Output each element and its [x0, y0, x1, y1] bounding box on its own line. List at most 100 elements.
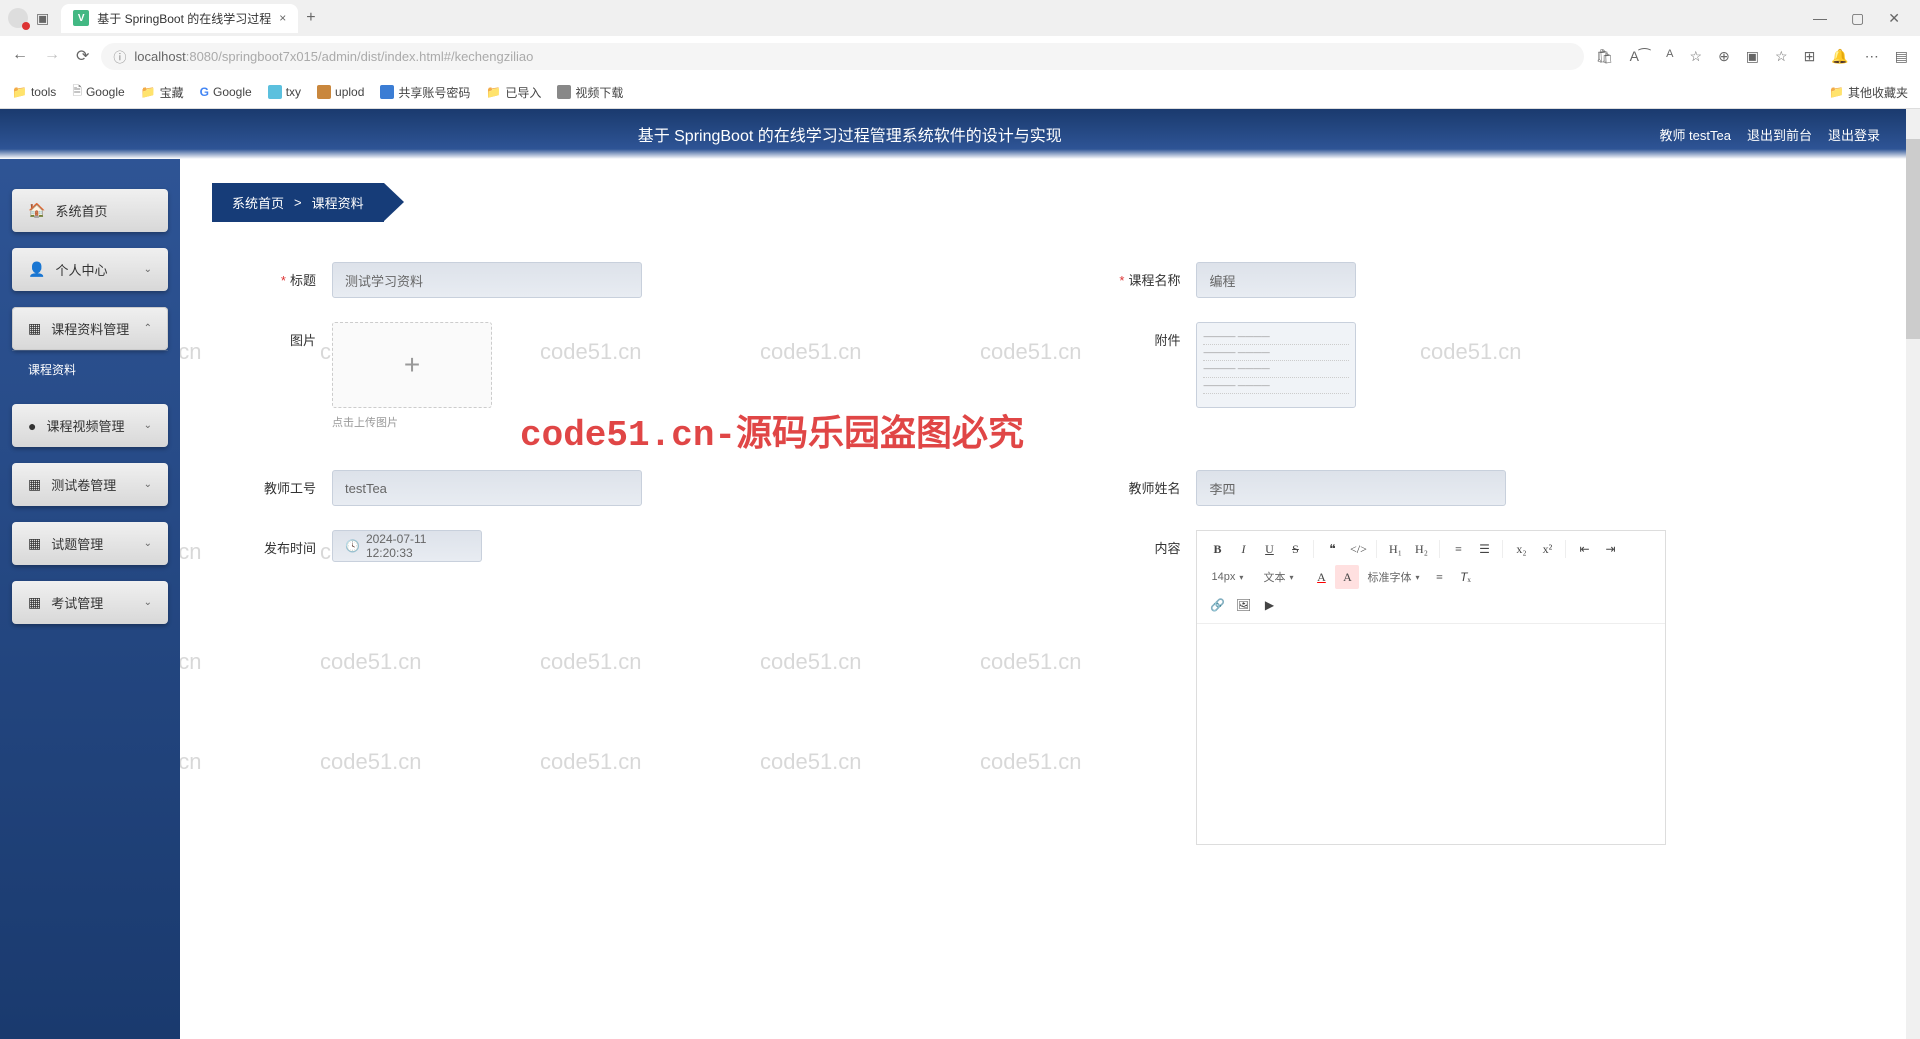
grid-icon: ▦	[28, 535, 41, 552]
image-button[interactable]: 🖼	[1231, 593, 1255, 617]
italic-button[interactable]: I	[1231, 537, 1255, 561]
teacher-id-input[interactable]	[332, 470, 642, 506]
ul-button[interactable]: ☰	[1472, 537, 1496, 561]
quote-button[interactable]: ❝	[1320, 537, 1344, 561]
bookmark-treasure[interactable]: 📁宝藏	[141, 84, 184, 101]
text-color-button[interactable]: A	[1309, 565, 1333, 589]
logout-link[interactable]: 退出登录	[1828, 125, 1880, 144]
extensions-icon[interactable]: ⊞	[1804, 48, 1816, 65]
sidebar-item-videos[interactable]: ● 课程视频管理 ⌄	[12, 404, 168, 447]
favorite-icon[interactable]: ☆	[1690, 48, 1703, 65]
bookmark-tools[interactable]: 📁tools	[12, 85, 56, 99]
bookmark-txy[interactable]: txy	[268, 85, 301, 99]
image-upload[interactable]: +	[332, 322, 492, 408]
h2-button[interactable]: H₂	[1409, 537, 1433, 561]
bulb-icon: ●	[28, 418, 36, 434]
tab-bar: ▣ V 基于 SpringBoot 的在线学习过程 × + — ▢ ✕	[0, 0, 1920, 36]
scrollbar[interactable]	[1906, 109, 1920, 1039]
content-label: 内容	[1154, 541, 1180, 556]
course-select[interactable]: 编程	[1196, 262, 1356, 298]
shopping-icon[interactable]: 🛍	[1596, 48, 1614, 65]
sidebar-item-materials[interactable]: ▦ 课程资料管理 ⌃	[12, 307, 168, 350]
bookmark-imported[interactable]: 📁已导入	[486, 84, 541, 101]
title-input[interactable]	[332, 262, 642, 298]
minimize-icon[interactable]: —	[1813, 10, 1827, 27]
scrollbar-thumb[interactable]	[1906, 139, 1920, 339]
chevron-down-icon: ⌄	[144, 538, 152, 549]
link-icon	[557, 85, 571, 99]
sidebar-item-exams[interactable]: ▦ 考试管理 ⌄	[12, 581, 168, 624]
watermark: code51.cn	[180, 159, 202, 165]
subscript-button[interactable]: x₂	[1509, 537, 1533, 561]
link-button[interactable]: 🔗	[1205, 593, 1229, 617]
video-button[interactable]: ▶	[1257, 593, 1281, 617]
sidebar-toggle-icon[interactable]: ▤	[1895, 48, 1908, 65]
bookmark-other[interactable]: 📁其他收藏夹	[1829, 84, 1908, 101]
workspaces-icon[interactable]: ▣	[36, 10, 49, 27]
clear-format-button[interactable]: Tₓ	[1453, 565, 1477, 589]
grid-icon: ▦	[28, 320, 41, 337]
browser-chrome: ▣ V 基于 SpringBoot 的在线学习过程 × + — ▢ ✕ ← → …	[0, 0, 1920, 109]
watermark: code51.cn	[180, 749, 202, 775]
breadcrumb-home[interactable]: 系统首页	[232, 193, 284, 212]
publish-datetime-input[interactable]: 🕓 2024-07-11 12:20:33	[332, 530, 482, 562]
watermark: code51.cn	[980, 159, 1082, 165]
font-family-select[interactable]: 标准字体▾	[1361, 567, 1425, 587]
field-attachment: 附件 ———— ———— ———— ———— ———— ———— ———— ——…	[1076, 322, 1880, 430]
sidebar-subitem-materials[interactable]: 课程资料	[12, 350, 168, 388]
teacher-name-input[interactable]	[1196, 470, 1506, 506]
text-size-icon[interactable]: A	[1666, 48, 1673, 65]
bookmark-uplod[interactable]: uplod	[317, 85, 364, 99]
forward-icon[interactable]: →	[44, 46, 60, 66]
outdent-button[interactable]: ⇥	[1598, 537, 1622, 561]
bookmark-google[interactable]: 🗎Google	[72, 82, 124, 103]
collections-icon[interactable]: ⊕	[1718, 48, 1730, 65]
h1-button[interactable]: H₁	[1383, 537, 1407, 561]
font-size-select[interactable]: 14px▾	[1205, 569, 1255, 585]
read-aloud-icon[interactable]: A⁀	[1630, 48, 1651, 65]
breadcrumb: 系统首页 > 课程资料	[212, 183, 384, 222]
teacher-name-label: 教师姓名	[1128, 481, 1180, 496]
sidebar-item-tests[interactable]: ▦ 测试卷管理 ⌄	[12, 463, 168, 506]
more-icon[interactable]: ⋯	[1865, 48, 1879, 65]
notifications-icon[interactable]: 🔔	[1831, 48, 1848, 65]
bold-button[interactable]: B	[1205, 537, 1229, 561]
attachment-preview[interactable]: ———— ———— ———— ———— ———— ———— ———— ————	[1196, 322, 1356, 408]
bookmark-video[interactable]: 视频下载	[557, 84, 623, 101]
font-style-select[interactable]: 文本▾	[1257, 567, 1307, 587]
profile-icon[interactable]	[8, 8, 28, 28]
sidebar-item-profile[interactable]: 👤 个人中心 ⌄	[12, 248, 168, 291]
watermark: code51.cn	[1420, 159, 1522, 165]
field-teacher-name: 教师姓名	[1076, 470, 1880, 506]
close-tab-icon[interactable]: ×	[279, 11, 286, 25]
indent-button[interactable]: ⇤	[1572, 537, 1596, 561]
refresh-icon[interactable]: ⟳	[76, 46, 89, 66]
editor-body[interactable]	[1197, 624, 1665, 844]
superscript-button[interactable]: x²	[1535, 537, 1559, 561]
code-button[interactable]: </>	[1346, 537, 1370, 561]
main-content: code51.cn code51.cn code51.cn code51.cn …	[180, 159, 1920, 1039]
ol-button[interactable]: ≡	[1446, 537, 1470, 561]
field-image: 图片 + 点击上传图片	[212, 322, 1016, 430]
bookmark-google2[interactable]: GGoogle	[200, 85, 252, 99]
form: *标题 *课程名称 编程 图片 + 点击上传图片	[212, 262, 1888, 845]
exit-front-link[interactable]: 退出到前台	[1747, 125, 1812, 144]
browser-tab[interactable]: V 基于 SpringBoot 的在线学习过程 ×	[61, 4, 298, 33]
site-info-icon[interactable]: ⓘ	[113, 47, 126, 66]
underline-button[interactable]: U	[1257, 537, 1281, 561]
link-icon	[317, 85, 331, 99]
split-icon[interactable]: ▣	[1746, 48, 1759, 65]
align-button[interactable]: ≡	[1427, 565, 1451, 589]
close-window-icon[interactable]: ✕	[1888, 10, 1900, 27]
bg-color-button[interactable]: A	[1335, 565, 1359, 589]
sidebar-item-home[interactable]: 🏠 系统首页	[12, 189, 168, 232]
bookmark-share[interactable]: 共享账号密码	[380, 84, 470, 101]
url-bar[interactable]: ⓘ localhost:8080/springboot7x015/admin/d…	[101, 43, 1583, 70]
strike-button[interactable]: S	[1283, 537, 1307, 561]
back-icon[interactable]: ←	[12, 46, 28, 66]
course-label: 课程名称	[1128, 273, 1180, 288]
sidebar-item-questions[interactable]: ▦ 试题管理 ⌄	[12, 522, 168, 565]
new-tab-button[interactable]: +	[306, 9, 315, 27]
maximize-icon[interactable]: ▢	[1851, 10, 1864, 27]
favorites-bar-icon[interactable]: ☆	[1775, 48, 1788, 65]
